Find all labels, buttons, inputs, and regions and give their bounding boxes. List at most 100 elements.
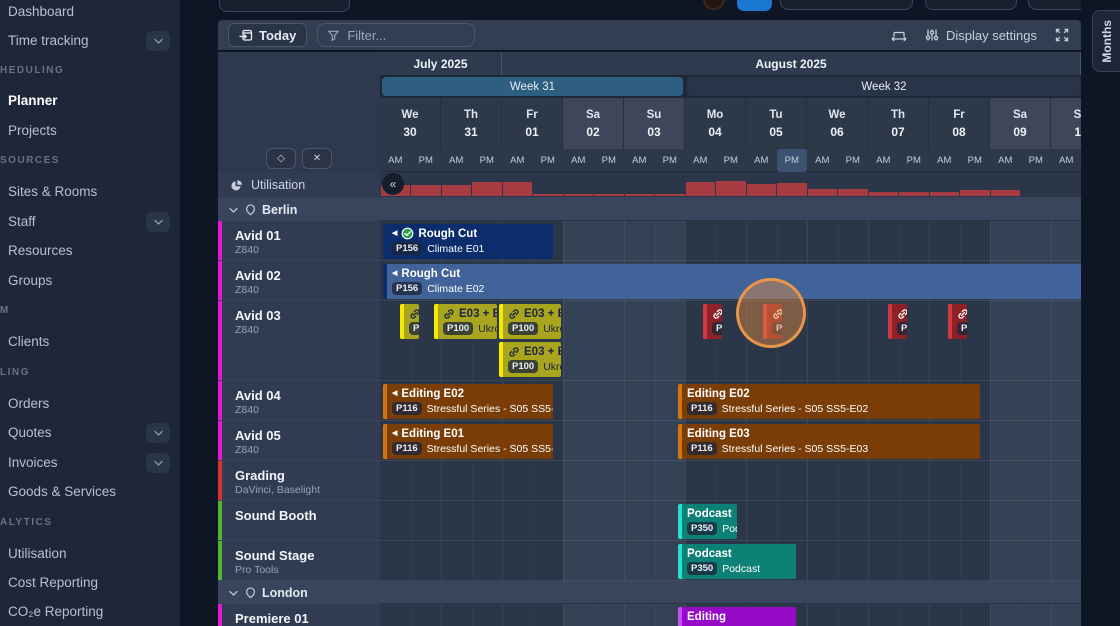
- day-header[interactable]: We06: [807, 98, 868, 149]
- halfday-cell[interactable]: AM: [624, 149, 655, 172]
- day-header[interactable]: Su03: [624, 98, 685, 149]
- day-header[interactable]: Fr01: [502, 98, 563, 149]
- halfday-cell[interactable]: AM: [502, 149, 533, 172]
- filter-input[interactable]: Filter...: [317, 23, 475, 47]
- day-header[interactable]: Mo04: [685, 98, 746, 149]
- halfday-cell[interactable]: AM: [868, 149, 899, 172]
- day-header[interactable]: We30: [380, 98, 441, 149]
- halfday-cell[interactable]: PM: [838, 149, 869, 172]
- halfday-cell[interactable]: PM: [594, 149, 625, 172]
- booking-p2[interactable]: P2: [703, 304, 722, 339]
- day-header[interactable]: Su10: [1051, 98, 1081, 149]
- clear-button[interactable]: ✕: [302, 148, 332, 169]
- chevron-down-icon[interactable]: [146, 453, 170, 473]
- halfday-cell[interactable]: AM: [563, 149, 594, 172]
- booking-rough-cut[interactable]: ◀Rough CutP156Climate E01: [383, 224, 553, 259]
- halfday-cell[interactable]: PM: [960, 149, 991, 172]
- halfday-cell[interactable]: PM: [899, 149, 930, 172]
- today-button[interactable]: Today: [228, 23, 307, 47]
- week-header[interactable]: Week 32: [687, 77, 1081, 96]
- week-header[interactable]: Week 31: [382, 77, 683, 96]
- partial-header-button-2[interactable]: [925, 0, 1017, 10]
- fullscreen-button[interactable]: [1055, 28, 1069, 42]
- partial-primary-button[interactable]: [737, 0, 772, 11]
- resource-row-avid04[interactable]: Avid 04Z840: [218, 381, 380, 421]
- booking-editing-e02[interactable]: Editing E02P116Stressful Series - S05 SS…: [678, 384, 980, 419]
- resource-row-soundstage[interactable]: Sound StagePro Tools: [218, 541, 380, 581]
- booking-podcast[interactable]: PodcastP350Podcast: [678, 504, 737, 539]
- day-header[interactable]: Tu05: [746, 98, 807, 149]
- halfday-cell[interactable]: AM: [990, 149, 1021, 172]
- chevron-down-icon[interactable]: [146, 31, 170, 51]
- utilisation-bar: [991, 190, 1021, 196]
- halfday-cell[interactable]: PM: [533, 149, 564, 172]
- booking-title-text: E03 + E: [459, 308, 497, 320]
- sidebar-item-orders[interactable]: Orders: [0, 392, 180, 416]
- group-row-london[interactable]: London: [218, 581, 380, 604]
- halfday-cell[interactable]: PM: [716, 149, 747, 172]
- partial-header-button-1[interactable]: [780, 0, 913, 10]
- resource-row-premiere01[interactable]: Premiere 01: [218, 604, 380, 626]
- booking-editing-e03[interactable]: Editing E03P116Stressful Series - S05 SS…: [678, 424, 980, 459]
- booking-editing[interactable]: Editing: [678, 607, 796, 626]
- halfday-cell[interactable]: AM: [685, 149, 716, 172]
- chevron-down-icon[interactable]: [146, 423, 170, 443]
- halfday-cell[interactable]: AM: [807, 149, 838, 172]
- day-header[interactable]: Fr08: [929, 98, 990, 149]
- day-header[interactable]: Th07: [868, 98, 929, 149]
- sidebar-item-groups[interactable]: Groups: [0, 269, 180, 293]
- day-header[interactable]: Th31: [441, 98, 502, 149]
- halfday-cell[interactable]: PM: [472, 149, 503, 172]
- fit-width-button[interactable]: [891, 28, 907, 43]
- resource-row-avid03[interactable]: Avid 03Z840: [218, 301, 380, 381]
- booking-podcast[interactable]: PodcastP350Podcast: [678, 544, 796, 579]
- collapse-panel-button[interactable]: «: [382, 173, 404, 195]
- partial-search-box[interactable]: [219, 0, 350, 12]
- chevron-down-icon[interactable]: [146, 212, 170, 232]
- resource-row-soundbooth[interactable]: Sound Booth: [218, 501, 380, 541]
- halfday-cell[interactable]: PM: [655, 149, 686, 172]
- resource-row-avid02[interactable]: Avid 02Z840: [218, 261, 380, 301]
- resource-row-avid01[interactable]: Avid 01Z840: [218, 221, 380, 261]
- resource-row-grading[interactable]: GradingDaVinci, Baselight: [218, 461, 380, 501]
- booking-p100[interactable]: P100: [400, 304, 419, 339]
- sidebar-item-dashboard[interactable]: Dashboard: [0, 0, 180, 24]
- sidebar-item-co-e-reporting[interactable]: CO₂e Reporting: [0, 600, 180, 624]
- collapse-rows-button[interactable]: ◇: [266, 148, 296, 169]
- halfday-cell[interactable]: AM: [441, 149, 472, 172]
- halfday-cell[interactable]: AM: [929, 149, 960, 172]
- halfday-cell[interactable]: AM: [746, 149, 777, 172]
- day-header[interactable]: Sa09: [990, 98, 1051, 149]
- halfday-cell[interactable]: PM: [1021, 149, 1052, 172]
- booking-p2[interactable]: P2: [948, 304, 967, 339]
- sidebar: DashboardTime trackingHEDULINGPlannerPro…: [0, 0, 180, 626]
- group-row-berlin[interactable]: Berlin: [218, 198, 380, 221]
- booking-editing-e01[interactable]: ◀Editing E01P116Stressful Series - S05 S…: [383, 424, 553, 459]
- timeline-row-grading[interactable]: [380, 461, 1081, 501]
- sidebar-item-planner[interactable]: Planner: [0, 89, 180, 113]
- booking-e03-e[interactable]: E03 + EP100Ukro: [434, 304, 497, 339]
- booking-editing-e02[interactable]: ◀Editing E02P116Stressful Series - S05 S…: [383, 384, 553, 419]
- sidebar-item-cost-reporting[interactable]: Cost Reporting: [0, 571, 180, 595]
- sidebar-section-label: LING: [0, 364, 180, 382]
- sidebar-item-clients[interactable]: Clients: [0, 330, 180, 354]
- months-zoom-tab[interactable]: Months: [1092, 10, 1120, 72]
- day-header[interactable]: Sa02: [563, 98, 624, 149]
- booking-e03-e[interactable]: E03 + EP100Ukro: [499, 304, 561, 339]
- sidebar-item-goods-services[interactable]: Goods & Services: [0, 480, 180, 504]
- halfday-cell[interactable]: PM: [777, 149, 808, 172]
- booking-rough-cut[interactable]: ◀Rough CutP156Climate E02: [383, 264, 1081, 299]
- halfday-cell[interactable]: AM: [1051, 149, 1081, 172]
- user-avatar[interactable]: [703, 0, 725, 10]
- display-settings-button[interactable]: Display settings: [925, 28, 1037, 43]
- booking-p2[interactable]: P2: [888, 304, 907, 339]
- sidebar-item-utilisation[interactable]: Utilisation: [0, 542, 180, 566]
- sidebar-item-resources[interactable]: Resources: [0, 239, 180, 263]
- halfday-cell[interactable]: AM: [380, 149, 411, 172]
- resource-color-stripe: [218, 421, 222, 460]
- halfday-cell[interactable]: PM: [411, 149, 442, 172]
- resource-row-avid05[interactable]: Avid 05Z840: [218, 421, 380, 461]
- sidebar-item-sites-rooms[interactable]: Sites & Rooms: [0, 180, 180, 204]
- sidebar-item-projects[interactable]: Projects: [0, 119, 180, 143]
- booking-e03-e[interactable]: E03 + EP100Ukro: [499, 342, 561, 377]
